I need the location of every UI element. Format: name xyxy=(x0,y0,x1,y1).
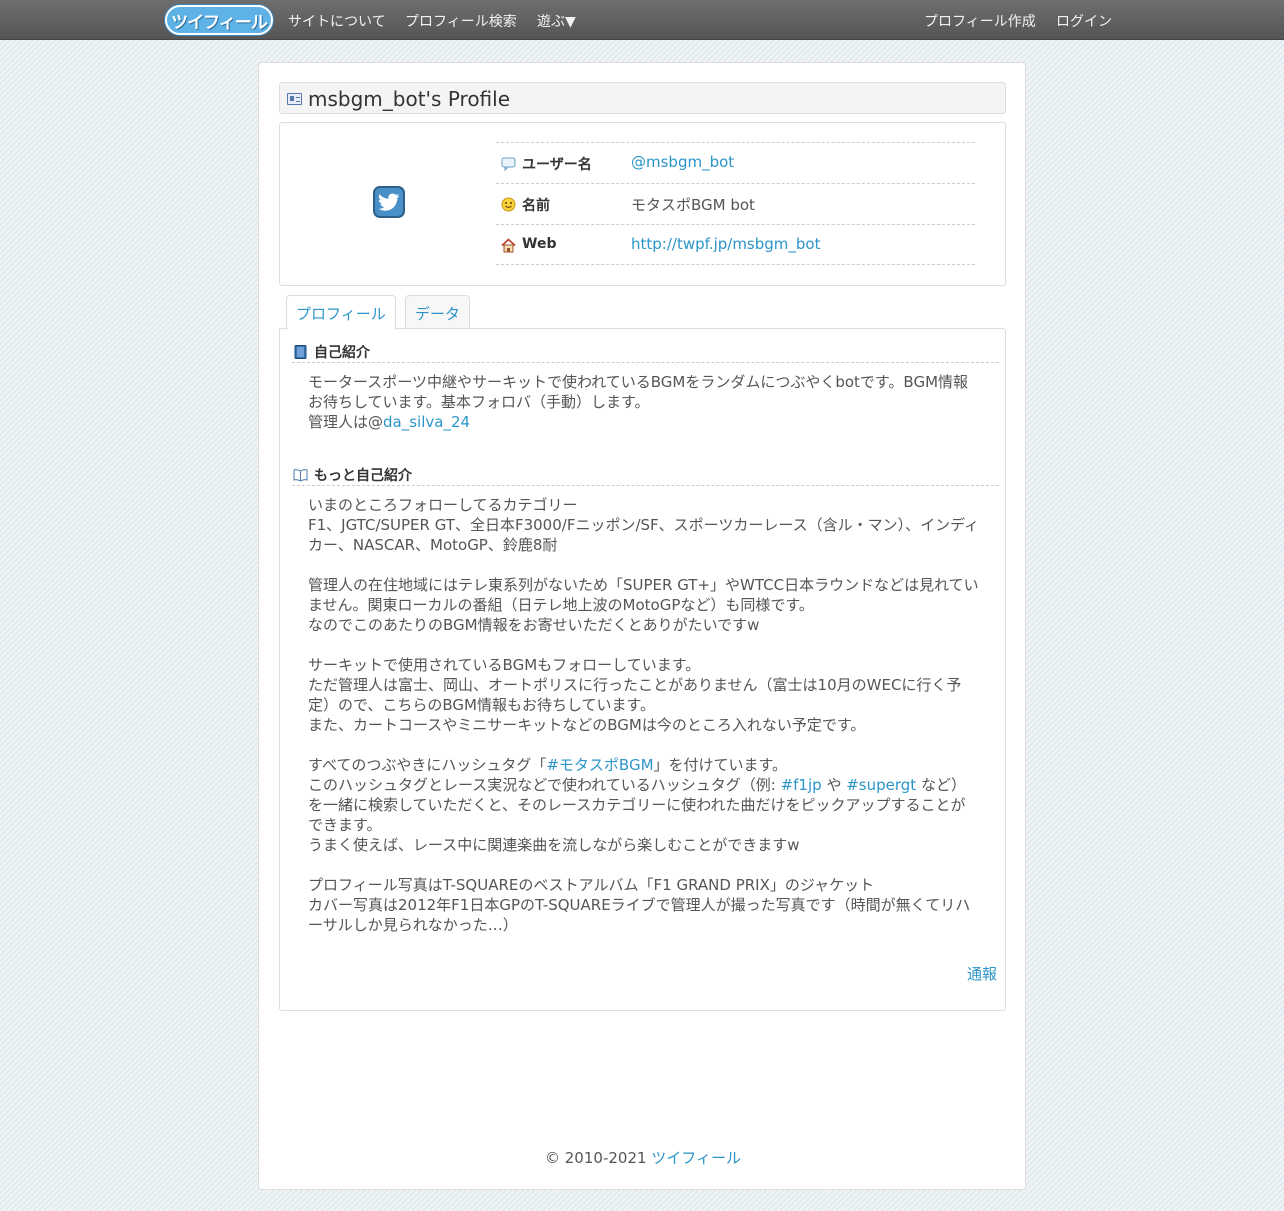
more-intro-para-4a: すべてのつぶやきにハッシュタグ「 xyxy=(308,756,547,774)
id-card-icon xyxy=(287,93,302,105)
username-label: ユーザー名 xyxy=(522,157,592,173)
more-intro-text: いまのところフォローしてるカテゴリー F1、JGTC/SUPER GT、全日本F… xyxy=(308,495,980,935)
more-intro-para-4c: や xyxy=(821,776,847,794)
report-link[interactable]: 通報 xyxy=(967,963,997,984)
intro-text: モータースポーツ中継やサーキットで使われているBGMをランダムにつぶやくbotで… xyxy=(308,372,980,432)
info-row-web: Web http://twpf.jp/msbgm_bot xyxy=(496,224,975,265)
nav-create-profile-link[interactable]: プロフィール作成 xyxy=(924,11,1036,31)
more-intro-section-header: もっと自己紹介 xyxy=(292,464,999,486)
hashtag-f1jp-link[interactable]: #f1jp xyxy=(781,776,822,794)
more-intro-section-title: もっと自己紹介 xyxy=(314,468,412,484)
main-container: msbgm_bot's Profile ユーザー名 @msbgm_bot 名前 … xyxy=(258,62,1026,1190)
info-row-username: ユーザー名 @msbgm_bot xyxy=(496,142,975,183)
hashtag-motaspo-bgm-link[interactable]: #モタスポBGM xyxy=(546,756,653,774)
nav-play-dropdown[interactable]: 遊ぶ▼ xyxy=(537,11,576,31)
site-logo[interactable]: ツイフィール xyxy=(165,5,273,35)
intro-admin-prefix: 管理人は@ xyxy=(308,413,384,431)
open-book-icon xyxy=(293,469,308,482)
more-intro-para-1: いまのところフォローしてるカテゴリー F1、JGTC/SUPER GT、全日本F… xyxy=(308,496,980,554)
name-value: モタスポBGM bot xyxy=(631,196,755,214)
profile-info-table: ユーザー名 @msbgm_bot 名前 モタスポBGM bot Web http… xyxy=(496,142,975,265)
footer: © 2010-2021 ツイフィール xyxy=(259,1147,1027,1168)
intro-section-header: 自己紹介 xyxy=(292,341,999,363)
smiley-icon xyxy=(501,197,516,212)
nav-login-link[interactable]: ログイン xyxy=(1056,11,1112,31)
profile-tab-panel: 自己紹介 モータースポーツ中継やサーキットで使われているBGMをランダムにつぶや… xyxy=(279,328,1006,1011)
tab-data[interactable]: データ xyxy=(405,295,471,329)
info-row-name: 名前 モタスポBGM bot xyxy=(496,183,975,224)
nav-profile-search-link[interactable]: プロフィール検索 xyxy=(405,11,517,31)
nav-about-link[interactable]: サイトについて xyxy=(288,11,386,31)
speech-bubble-icon xyxy=(501,157,516,171)
footer-copyright: © 2010-2021 xyxy=(545,1149,652,1167)
intro-section-title: 自己紹介 xyxy=(314,345,370,361)
profile-title-bar: msbgm_bot's Profile xyxy=(279,82,1006,114)
username-link[interactable]: @msbgm_bot xyxy=(631,153,734,171)
tab-profile[interactable]: プロフィール xyxy=(286,295,396,330)
web-link[interactable]: http://twpf.jp/msbgm_bot xyxy=(631,235,821,253)
twitter-bird-icon[interactable] xyxy=(373,186,405,218)
hashtag-supergt-link[interactable]: #supergt xyxy=(846,776,916,794)
footer-site-link[interactable]: ツイフィール xyxy=(651,1149,741,1167)
page-title: msbgm_bot's Profile xyxy=(308,87,511,111)
name-label: 名前 xyxy=(522,198,550,214)
top-navbar: ツイフィール サイトについて プロフィール検索 遊ぶ▼ プロフィール作成 ログイ… xyxy=(0,0,1284,40)
more-intro-para-5: プロフィール写真はT-SQUAREのベストアルバム「F1 GRAND PRIX」… xyxy=(308,876,971,934)
intro-text-body: モータースポーツ中継やサーキットで使われているBGMをランダムにつぶやくbotで… xyxy=(308,373,969,411)
more-intro-para-2: 管理人の在住地域にはテレ東系列がないため「SUPER GT+」やWTCC日本ラウ… xyxy=(308,576,979,634)
profile-card: ユーザー名 @msbgm_bot 名前 モタスポBGM bot Web http… xyxy=(279,122,1006,286)
more-intro-para-3: サーキットで使用されているBGMもフォローしています。 ただ管理人は富士、岡山、… xyxy=(308,656,962,734)
web-label: Web xyxy=(522,236,557,252)
house-icon xyxy=(501,238,516,253)
admin-account-link[interactable]: da_silva_24 xyxy=(383,413,470,431)
notebook-icon xyxy=(294,345,307,359)
